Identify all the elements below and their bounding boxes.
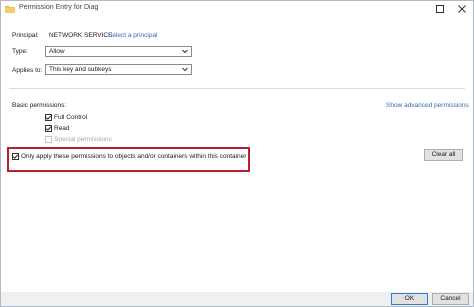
select-principal-link[interactable]: Select a principal [108, 32, 158, 39]
type-label: Type: [12, 48, 28, 55]
chevron-down-icon [182, 49, 188, 54]
clear-all-button[interactable]: Clear all [424, 149, 463, 161]
principal-value: NETWORK SERVICE [49, 32, 113, 39]
applies-to-dropdown[interactable]: This key and subkeys [45, 64, 192, 75]
full-control-checkbox-row[interactable]: Full Control [45, 113, 87, 122]
type-selected-value: Allow [49, 48, 65, 55]
maximize-button[interactable] [429, 1, 451, 17]
basic-permissions-label: Basic permissions: [12, 102, 67, 109]
special-permissions-checkbox [45, 136, 52, 143]
close-icon [458, 5, 466, 13]
read-checkbox[interactable] [45, 125, 52, 132]
checkmark-icon [45, 126, 52, 131]
applies-to-selected-value: This key and subkeys [49, 66, 112, 73]
show-advanced-permissions-link[interactable]: Show advanced permissions [386, 102, 469, 109]
window-title: Permission Entry for Diag [19, 4, 99, 11]
highlight-annotation [7, 147, 250, 172]
applies-to-label: Applies to: [12, 67, 43, 74]
chevron-down-icon [182, 67, 188, 72]
checkmark-icon [45, 115, 52, 120]
cancel-button[interactable]: Cancel [432, 293, 469, 305]
special-permissions-label: Special permissions [54, 136, 112, 143]
principal-label: Principal: [12, 32, 39, 39]
special-permissions-checkbox-row: Special permissions [45, 135, 112, 144]
read-label: Read [54, 125, 70, 132]
type-dropdown[interactable]: Allow [45, 46, 192, 57]
section-divider [9, 88, 465, 89]
read-checkbox-row[interactable]: Read [45, 124, 70, 133]
close-button[interactable] [451, 1, 473, 17]
permission-entry-window: Permission Entry for Diag Principal: NET… [0, 0, 474, 307]
maximize-icon [436, 5, 444, 13]
title-bar: Permission Entry for Diag [1, 1, 473, 18]
full-control-label: Full Control [54, 114, 88, 121]
full-control-checkbox[interactable] [45, 114, 52, 121]
folder-icon [5, 6, 15, 13]
ok-button[interactable]: OK [391, 293, 428, 305]
